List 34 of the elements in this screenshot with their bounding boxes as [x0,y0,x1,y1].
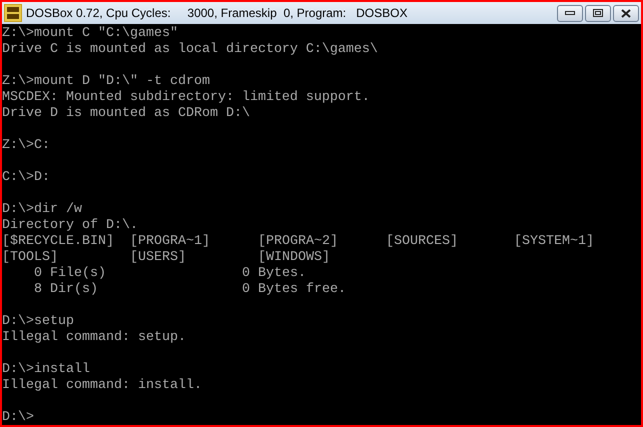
maximize-button[interactable] [585,4,611,22]
directory-entry: [PROGRA~1] [130,234,210,250]
console-line: MSCDEX: Mounted subdirectory: limited support. [2,90,370,106]
directory-entry: [USERS] [130,250,186,266]
bytes-text: 0 Bytes. [242,266,306,282]
directory-entry: [$RECYCLE.BIN] [2,234,114,250]
app-icon [4,4,22,22]
maximize-icon [593,9,603,17]
close-icon [621,8,631,18]
close-button[interactable] [613,4,639,22]
console-line: Z:\>C: [2,138,50,154]
console-line: D:\>dir /w [2,202,82,218]
count-text: 8 Dir(s) [34,282,99,298]
console-line: D:\>setup [2,314,74,330]
console-line: Directory of D:\. [2,218,138,234]
console-line: D:\> [2,410,34,425]
console-line: Drive C is mounted as local directory C:\games\ [2,42,378,58]
directory-entry: [SYSTEM~1] [514,234,594,250]
minimize-button[interactable] [557,4,583,22]
directory-entry: [PROGRA~2] [258,234,338,250]
directory-entry: [WINDOWS] [258,250,330,266]
console-line: Drive D is mounted as CDRom D:\ [2,106,250,122]
console-line: Illegal command: setup. [2,330,186,346]
console-line: D:\>install [2,362,90,378]
console-line: Z:\>mount C "C:\games" [2,26,178,42]
count-text: 0 File(s) [34,266,107,282]
directory-entry: [SOURCES] [386,234,458,250]
console-line: C:\>D: [2,170,50,186]
console-line: Z:\>mount D "D:\" -t cdrom [2,74,210,90]
directory-entry: [TOOLS] [2,250,58,266]
window-title: DOSBox 0.72, Cpu Cycles: 3000, Frameskip 0, Program: DOSBOX [26,5,408,22]
console-line: Illegal command: install. [2,378,202,394]
bytes-text: 0 Bytes free. [242,282,346,298]
minimize-icon [565,11,575,15]
